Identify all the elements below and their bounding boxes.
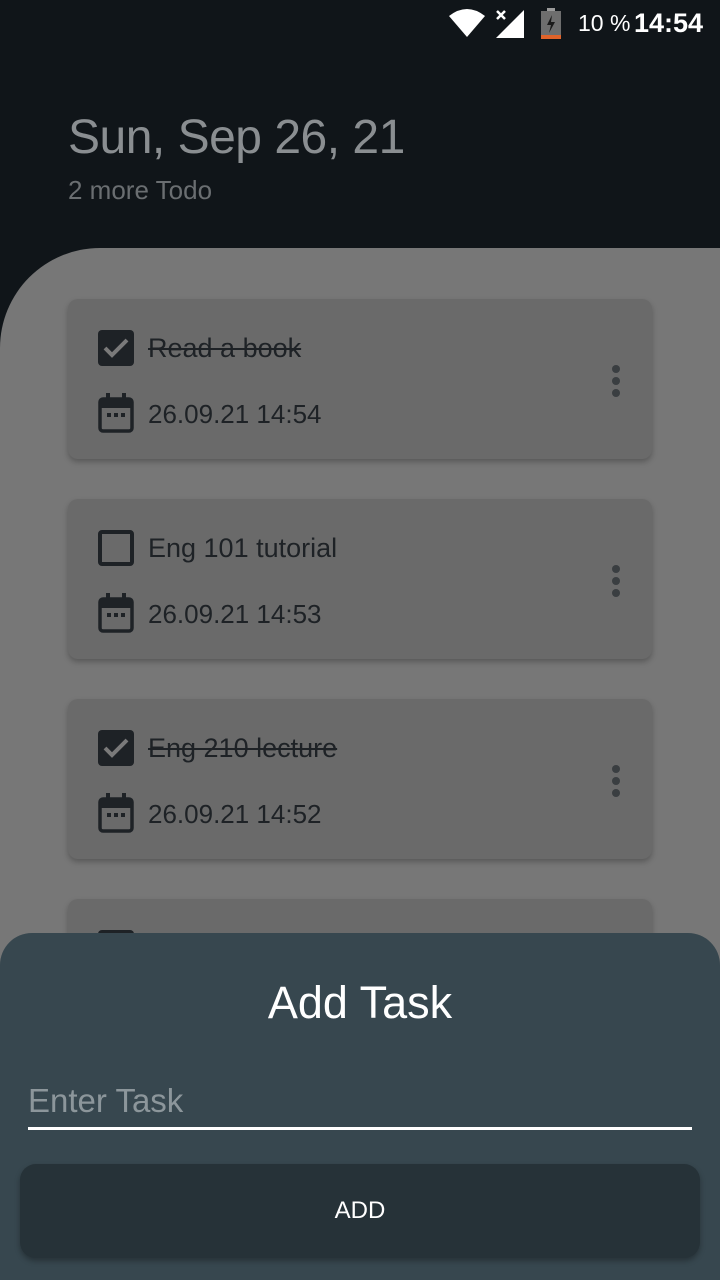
add-task-sheet: Add Task ADD [0,933,720,1280]
status-bar: 10 % 14:54 [0,0,720,50]
add-button[interactable]: ADD [20,1164,700,1258]
task-checkbox[interactable] [98,530,134,566]
wifi-icon [449,9,485,37]
task-datetime: 26.09.21 14:54 [148,399,322,429]
task-datetime: 26.09.21 14:53 [148,599,322,629]
more-options-icon[interactable] [610,765,622,801]
task-datetime: 26.09.21 14:52 [148,799,322,829]
calendar-icon [98,393,134,433]
task-card[interactable]: Read a book 26.09.21 14:54 [68,299,652,459]
todo-count: 2 more Todo [68,175,213,205]
task-checkbox[interactable] [98,730,134,766]
task-title: Eng 210 lecture [148,733,338,763]
task-title: Eng 101 tutorial [148,533,338,563]
calendar-icon [98,593,134,633]
task-card[interactable]: Eng 101 tutorial 26.09.21 14:53 [68,499,652,659]
more-options-icon[interactable] [610,565,622,601]
task-checkbox[interactable] [98,330,134,366]
task-title: Read a book [148,333,302,363]
battery-icon [541,8,561,39]
page-title: Sun, Sep 26, 21 [68,111,405,164]
signal-icon [496,10,524,38]
more-options-icon[interactable] [610,365,622,401]
task-input[interactable] [28,1075,692,1130]
sheet-title: Add Task [267,977,453,1028]
check-icon [103,738,129,758]
clock: 14:54 [634,8,704,38]
task-card[interactable]: Eng 210 lecture 26.09.21 14:52 [68,699,652,859]
calendar-icon [98,793,134,833]
check-icon [103,338,129,358]
battery-percent: 10 % [578,10,631,36]
